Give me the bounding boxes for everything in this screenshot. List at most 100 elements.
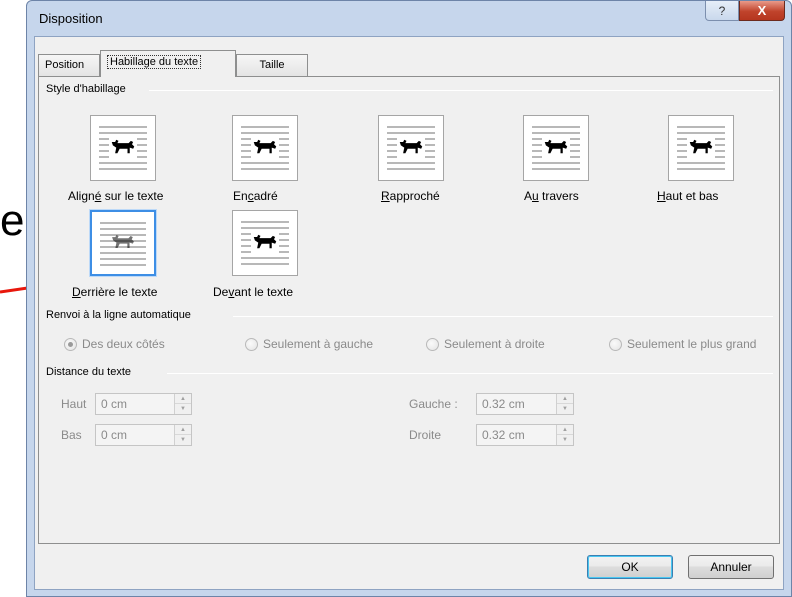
top-distance-value: 0 cm xyxy=(101,397,128,411)
text-line xyxy=(387,162,435,164)
help-button[interactable]: ? xyxy=(705,1,739,21)
wrap-style-inline-label: Aligné sur le texte xyxy=(68,189,163,203)
label-part: approché xyxy=(389,189,440,203)
text-line xyxy=(677,126,725,128)
left-distance-value: 0.32 cm xyxy=(482,397,525,411)
spinner-buttons[interactable]: ▲ ▼ xyxy=(556,425,573,445)
mnemonic-letter: R xyxy=(381,189,390,203)
wrap-style-square-button[interactable] xyxy=(232,115,298,181)
spin-down-icon[interactable]: ▼ xyxy=(175,404,191,414)
dog-front-icon xyxy=(251,231,279,255)
text-line xyxy=(241,227,289,229)
wrap-style-tight-label: Rapproché xyxy=(381,189,440,203)
label-part: adré xyxy=(253,189,278,203)
distance-group-label: Distance du texte xyxy=(46,366,131,378)
text-line xyxy=(241,263,289,265)
group-divider xyxy=(233,316,773,317)
wrap-style-front-button[interactable] xyxy=(232,210,298,276)
text-line xyxy=(677,168,725,170)
background-text-fragment: e xyxy=(0,196,25,245)
wrap-style-square-label: Encadré xyxy=(233,189,278,203)
text-line xyxy=(387,126,435,128)
tab-habillage-label: Habillage du texte xyxy=(107,55,202,69)
label-part: ant le texte xyxy=(234,285,294,299)
help-icon: ? xyxy=(718,3,726,18)
radio-button xyxy=(245,337,258,351)
text-line xyxy=(532,126,580,128)
radio-right-only[interactable]: Seulement à droite xyxy=(426,337,545,351)
text-line xyxy=(100,222,146,224)
dog-tight-icon xyxy=(397,136,425,160)
text-line xyxy=(100,228,146,230)
right-distance-spinner[interactable]: 0.32 cm ▲ ▼ xyxy=(476,424,574,446)
close-icon: X xyxy=(757,3,767,18)
spinner-buttons[interactable]: ▲ ▼ xyxy=(174,394,191,414)
dog-topbottom-icon xyxy=(687,136,715,160)
radio-both-sides[interactable]: Des deux côtés xyxy=(64,337,165,351)
radio-button xyxy=(64,337,77,351)
wrap-style-topbottom-button[interactable] xyxy=(668,115,734,181)
bottom-distance-spinner[interactable]: 0 cm ▲ ▼ xyxy=(95,424,192,446)
cancel-button[interactable]: Annuler xyxy=(688,555,774,579)
wrap-style-inline-button[interactable] xyxy=(90,115,156,181)
radio-left-only[interactable]: Seulement à gauche xyxy=(245,337,373,351)
right-distance-label: Droite xyxy=(409,428,442,442)
text-line xyxy=(532,132,580,134)
text-line xyxy=(532,162,580,164)
dog-through-icon xyxy=(542,136,570,160)
radio-label: Seulement à gauche xyxy=(263,337,374,351)
tab-panel-habillage: Style d'habillage Aligné sur le texte Enc… xyxy=(38,76,780,544)
text-line xyxy=(100,258,146,260)
left-distance-spinner[interactable]: 0.32 cm ▲ ▼ xyxy=(476,393,574,415)
text-line xyxy=(241,126,289,128)
wrap-style-behind-button[interactable] xyxy=(90,210,156,276)
text-line xyxy=(99,132,147,134)
radio-label: Des deux côtés xyxy=(82,337,165,351)
top-distance-spinner[interactable]: 0 cm ▲ ▼ xyxy=(95,393,192,415)
label-part: De xyxy=(213,285,229,299)
mnemonic-letter: u xyxy=(532,189,539,203)
text-line xyxy=(99,162,147,164)
mnemonic-letter: D xyxy=(72,285,81,299)
wrap-style-through-button[interactable] xyxy=(523,115,589,181)
text-line xyxy=(241,168,289,170)
spin-down-icon[interactable]: ▼ xyxy=(557,404,573,414)
wrap-style-group-label: Style d'habillage xyxy=(46,83,126,95)
text-line xyxy=(387,132,435,134)
text-line xyxy=(241,132,289,134)
radio-label: Seulement à droite xyxy=(444,337,545,351)
text-line xyxy=(241,257,289,259)
spinner-buttons[interactable]: ▲ ▼ xyxy=(174,425,191,445)
text-line xyxy=(532,168,580,170)
spinner-buttons[interactable]: ▲ ▼ xyxy=(556,394,573,414)
dog-inline-icon xyxy=(109,136,137,160)
close-button[interactable]: X xyxy=(739,1,785,21)
wrap-style-through-label: Au travers xyxy=(524,189,579,203)
tab-habillage[interactable]: Habillage du texte xyxy=(100,50,236,77)
wrap-style-tight-button[interactable] xyxy=(378,115,444,181)
radio-button xyxy=(609,337,622,351)
text-line xyxy=(100,264,146,266)
radio-largest-only[interactable]: Seulement le plus grand xyxy=(609,337,756,351)
text-line xyxy=(241,162,289,164)
dialog-title: Disposition xyxy=(39,11,103,26)
label-part: A xyxy=(524,189,533,203)
dog-behind-icon xyxy=(111,233,135,254)
tab-taille-label: Taille xyxy=(259,59,285,71)
text-line xyxy=(677,132,725,134)
disposition-dialog: Disposition ? X Position Habillage du te… xyxy=(26,0,792,597)
left-distance-label: Gauche : xyxy=(409,397,458,411)
tab-taille[interactable]: Taille xyxy=(236,54,308,76)
mnemonic-letter: H xyxy=(657,189,666,203)
ok-button[interactable]: OK xyxy=(587,555,673,579)
text-line xyxy=(99,126,147,128)
wrap-style-behind-label: Derrière le texte xyxy=(72,285,157,299)
spin-down-icon[interactable]: ▼ xyxy=(175,435,191,445)
tab-position[interactable]: Position xyxy=(38,54,100,76)
wrap-style-topbottom-label: Haut et bas xyxy=(657,189,718,203)
bottom-distance-label: Bas xyxy=(61,428,82,442)
title-bar: Disposition ? X xyxy=(27,1,791,35)
wrap-style-front-label: Devant le texte xyxy=(213,285,293,299)
spin-down-icon[interactable]: ▼ xyxy=(557,435,573,445)
label-part: sur le texte xyxy=(101,189,164,203)
